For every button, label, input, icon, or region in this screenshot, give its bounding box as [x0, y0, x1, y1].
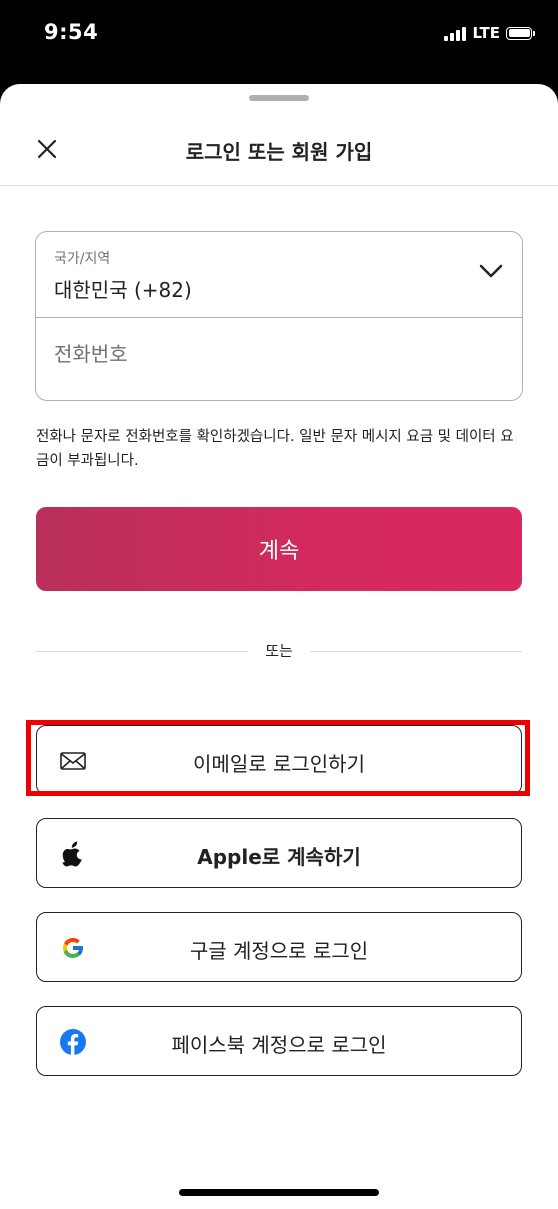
or-divider: 또는	[36, 640, 522, 664]
verification-notice: 전화나 문자로 전화번호를 확인하겠습니다. 일반 문자 메시지 요금 및 데이…	[36, 429, 514, 469]
apple-login-button[interactable]: Apple로 계속하기	[36, 818, 522, 888]
country-label: 국가/지역	[54, 251, 111, 267]
sheet-grabber[interactable]	[249, 95, 309, 101]
google-login-label: 구글 계정으로 로그인	[189, 939, 369, 963]
chevron-down-icon	[479, 264, 503, 278]
apple-login-label: Apple로 계속하기	[197, 845, 361, 869]
status-time: 9:54	[44, 20, 99, 44]
phone-form: 국가/지역 대한민국 (+82)	[35, 231, 523, 401]
google-login-button[interactable]: 구글 계정으로 로그인	[36, 912, 522, 982]
country-value: 대한민국 (+82)	[54, 278, 192, 302]
sheet-header: 로그인 또는 회원 가입	[0, 114, 558, 186]
facebook-login-button[interactable]: 페이스북 계정으로 로그인	[36, 1006, 522, 1076]
phone-number-input[interactable]	[54, 342, 494, 366]
network-type: LTE	[472, 24, 500, 42]
continue-button[interactable]: 계속	[36, 507, 522, 591]
country-select[interactable]: 국가/지역 대한민국 (+82)	[36, 232, 522, 318]
page-title: 로그인 또는 회원 가입	[185, 140, 373, 164]
highlight-box	[26, 720, 530, 796]
login-sheet: 로그인 또는 회원 가입 국가/지역 대한민국 (+82) 전화나 문자로 전화…	[0, 84, 558, 1209]
status-indicators: LTE	[444, 24, 535, 42]
signal-icon	[444, 26, 467, 41]
facebook-login-label: 페이스북 계정으로 로그인	[171, 1033, 387, 1057]
status-bar: 9:54 LTE	[0, 0, 558, 84]
battery-icon	[506, 26, 535, 40]
home-indicator	[179, 1189, 379, 1196]
